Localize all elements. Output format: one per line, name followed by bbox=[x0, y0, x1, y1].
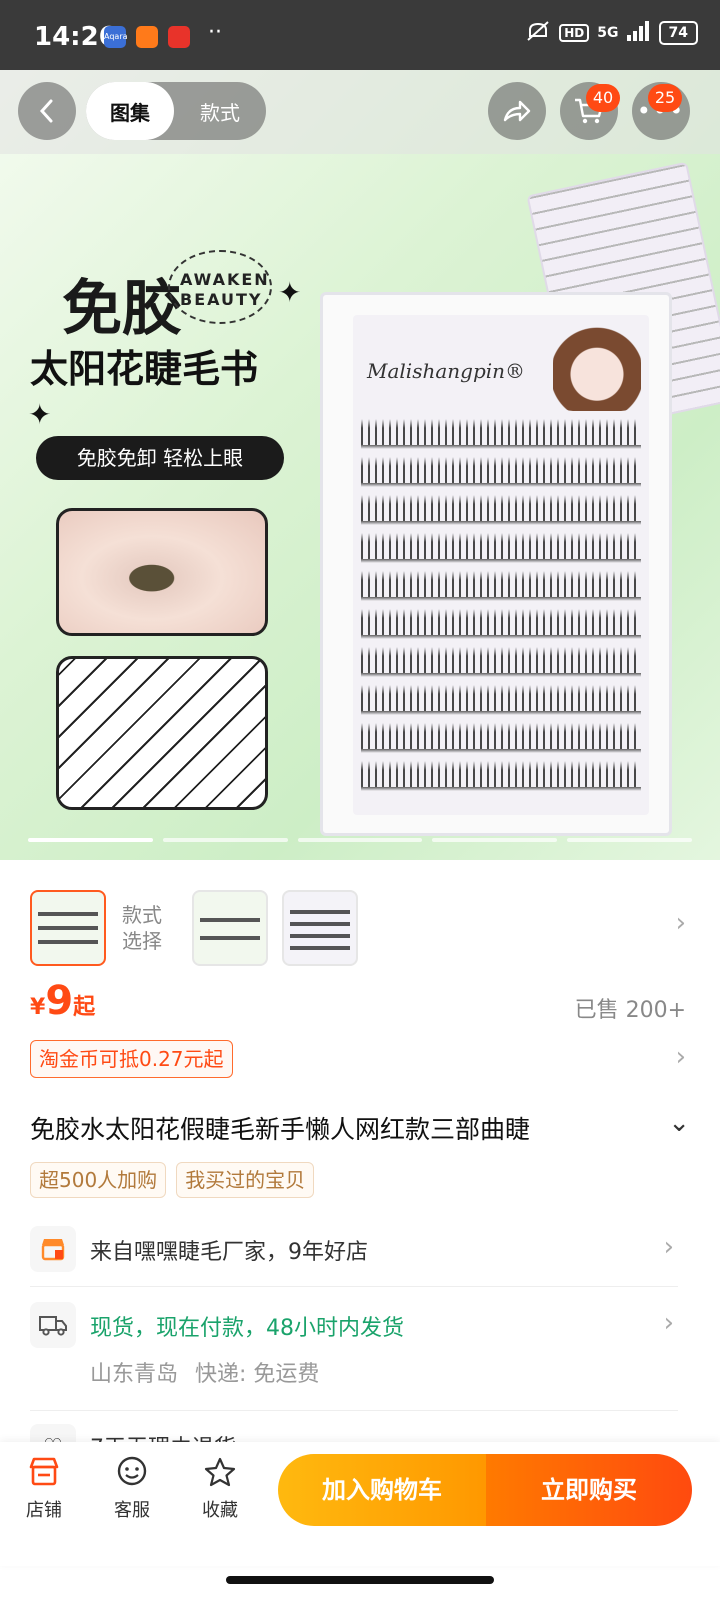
red-app-icon bbox=[168, 26, 190, 48]
page-indicator-dot bbox=[28, 838, 153, 842]
shop-icon bbox=[30, 1226, 76, 1272]
style-selector[interactable]: 款式选择 bbox=[30, 890, 358, 966]
sold-count: 已售 200+ bbox=[574, 998, 686, 1023]
shop-name: 来自嘿嘿睫毛厂家，9年好店 bbox=[90, 1240, 368, 1265]
promo-headline: 免胶 bbox=[62, 274, 182, 344]
shop-tab[interactable]: 店铺 bbox=[14, 1456, 74, 1522]
customer-service-tab[interactable]: 客服 bbox=[102, 1456, 162, 1522]
tag-purchased-before: 我买过的宝贝 bbox=[176, 1162, 315, 1198]
network-type: 5G bbox=[597, 25, 619, 41]
lash-row bbox=[361, 533, 641, 563]
page-indicator-dot bbox=[432, 838, 558, 842]
customer-service-label: 客服 bbox=[114, 1500, 150, 1521]
shopping-app-icon bbox=[136, 26, 158, 48]
cart-count-badge: 40 bbox=[586, 84, 620, 112]
divider bbox=[30, 1286, 678, 1287]
tab-gallery[interactable]: 图集 bbox=[86, 82, 174, 140]
share-button[interactable] bbox=[488, 82, 546, 140]
add-to-cart-button[interactable]: 加入购物车 bbox=[278, 1454, 486, 1526]
style-select-label: 款式选择 bbox=[122, 903, 162, 953]
product-image-gallery[interactable]: 图集 款式 40 ••• 25 免胶 AWAKEN BEAUTY ✦ 太阳花睫毛… bbox=[0, 70, 720, 860]
chevron-right-icon: › bbox=[663, 1232, 674, 1262]
share-icon bbox=[503, 100, 531, 122]
chevron-right-icon[interactable]: › bbox=[676, 908, 686, 938]
lash-row bbox=[361, 495, 641, 525]
eye-photo bbox=[56, 508, 268, 636]
page-indicator-dot bbox=[297, 838, 423, 842]
shipping-fee: 快递: 免运费 bbox=[195, 1362, 320, 1387]
style-thumbnail[interactable] bbox=[282, 890, 358, 966]
lash-row bbox=[361, 685, 641, 715]
favorite-label: 收藏 bbox=[202, 1500, 238, 1521]
lash-row bbox=[361, 723, 641, 753]
shipping-time: 现货，现在付款，48小时内发货 bbox=[90, 1316, 404, 1341]
store-icon bbox=[14, 1456, 74, 1496]
message-count-badge: 25 bbox=[648, 84, 682, 112]
product-title: 免胶水太阳花假睫毛新手懒人网红款三部曲睫 bbox=[30, 1115, 531, 1144]
more-notifications-icon: ·· bbox=[208, 20, 222, 45]
aqara-app-icon: Aqara bbox=[104, 26, 128, 48]
ship-from-location: 山东青岛 bbox=[90, 1362, 179, 1387]
mute-icon bbox=[525, 20, 551, 46]
style-thumbnail[interactable] bbox=[30, 890, 106, 966]
promo-subtitle: 太阳花睫毛书 bbox=[30, 347, 259, 391]
lash-tray: Malishangpin® bbox=[353, 315, 649, 815]
chevron-right-icon: › bbox=[663, 1308, 674, 1338]
lash-row bbox=[361, 571, 641, 601]
shop-tab-label: 店铺 bbox=[26, 1500, 62, 1521]
signal-icon bbox=[626, 21, 651, 45]
return-policy-row[interactable]: ♡ 7天无理由退货 bbox=[30, 1424, 678, 1442]
chevron-left-icon bbox=[39, 99, 53, 123]
chat-smile-icon bbox=[102, 1456, 162, 1496]
expand-title-icon[interactable]: ⌄ bbox=[668, 1108, 690, 1138]
page-indicator-dot bbox=[162, 838, 288, 842]
shipping-info-row[interactable]: 现货，现在付款，48小时内发货 山东青岛 快递: 免运费 › bbox=[30, 1300, 678, 1390]
lash-row bbox=[361, 609, 641, 639]
shop-info-row[interactable]: 来自嘿嘿睫毛厂家，9年好店 › bbox=[30, 1224, 678, 1274]
page-indicator-dot bbox=[567, 838, 692, 842]
truck-icon bbox=[30, 1302, 76, 1348]
buy-now-button[interactable]: 立即购买 bbox=[486, 1454, 692, 1526]
lash-row bbox=[361, 419, 641, 449]
status-bar: 14:26 Aqara ·· HD 5G 74 bbox=[0, 0, 720, 70]
lash-row bbox=[361, 647, 641, 677]
battery-indicator: 74 bbox=[658, 21, 698, 45]
return-policy-text: 7天无理由退货 bbox=[90, 1430, 236, 1442]
bottom-action-bar: 店铺 客服 收藏 加入购物车 立即购买 bbox=[0, 1442, 720, 1566]
hd-icon: HD bbox=[559, 24, 590, 42]
tag-added-to-cart: 超500人加购 bbox=[30, 1162, 167, 1198]
back-button[interactable] bbox=[18, 82, 76, 140]
home-indicator[interactable] bbox=[226, 1576, 494, 1584]
promo-pill: 免胶免卸 轻松上眼 bbox=[36, 436, 284, 480]
brand-name-en: AWAKEN BEAUTY bbox=[180, 270, 270, 309]
status-indicators: HD 5G 74 bbox=[525, 20, 698, 46]
shipping-details: 山东青岛 快递: 免运费 bbox=[90, 1356, 319, 1388]
favorite-tab[interactable]: 收藏 bbox=[190, 1456, 250, 1522]
gallery-tabs: 图集 款式 bbox=[86, 82, 266, 140]
star-icon bbox=[190, 1456, 250, 1496]
gallery-page-indicator bbox=[28, 838, 692, 842]
box-brand-name: Malishangpin® bbox=[367, 359, 526, 383]
coin-discount-tag[interactable]: 淘金币可抵0.27元起 bbox=[30, 1040, 233, 1078]
chevron-right-icon[interactable]: › bbox=[676, 1042, 686, 1072]
lash-book-image: Malishangpin® bbox=[320, 292, 672, 836]
style-thumbnail[interactable] bbox=[192, 890, 268, 966]
sparkle-icon: ✦ bbox=[28, 398, 52, 431]
lash-closeup-photo bbox=[56, 656, 268, 810]
price: ¥9起 bbox=[30, 978, 96, 1024]
doll-illustration bbox=[553, 319, 641, 411]
tab-styles[interactable]: 款式 bbox=[174, 97, 266, 126]
divider bbox=[30, 1410, 678, 1411]
return-icon: ♡ bbox=[30, 1424, 76, 1442]
sparkle-icon: ✦ bbox=[278, 276, 302, 309]
product-tags: 超500人加购 我买过的宝贝 bbox=[30, 1162, 315, 1198]
lash-row bbox=[361, 457, 641, 487]
lash-row bbox=[361, 761, 641, 791]
